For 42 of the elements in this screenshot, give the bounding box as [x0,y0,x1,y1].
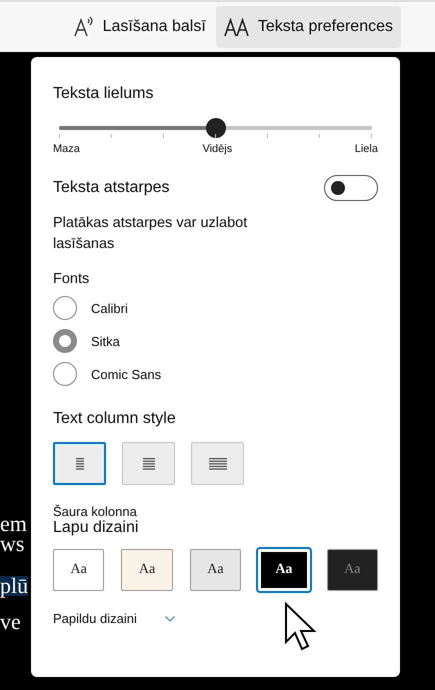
read-aloud-button[interactable]: Lasīšana balsī [64,6,214,48]
theme-swatch[interactable]: Aa [190,549,242,591]
section-title: Teksta atstarpes [53,179,170,197]
font-label: Comic Sans [91,366,162,382]
column-style-button[interactable] [122,442,175,485]
column-lines-icon [76,458,84,470]
theme-swatch[interactable]: Aa [121,549,173,591]
page-text: plū [0,576,28,596]
text-size-icon [224,17,250,37]
font-label: Calibri [91,300,128,316]
section-title: Text column style [53,410,177,428]
font-option[interactable]: Calibri [53,296,378,320]
pointer-cursor-icon [284,602,318,652]
chevron-down-icon[interactable] [164,616,175,622]
read-aloud-icon [72,16,95,38]
section-title: Lapu dizaini [53,519,140,537]
slider-label: Maza [53,143,80,155]
slider-label: Vidējs [202,143,232,155]
column-style-caption: Šaura kolonna [53,504,138,519]
page-text: ve [0,612,21,632]
column-style-button[interactable] [191,442,244,485]
font-label: Sitka [91,334,120,348]
radio-button[interactable] [53,362,77,386]
spacing-description: Platākas atstarpes var uzlabot lasīšanas [53,214,248,254]
more-themes-link[interactable]: Papildu dizaini [53,611,137,626]
radio-button[interactable] [53,329,77,353]
theme-swatch[interactable]: Aa [258,549,310,591]
theme-swatch[interactable]: Aa [53,549,104,591]
column-lines-icon [142,458,154,470]
font-option[interactable]: Comic Sans [53,362,378,386]
page-text: em [0,514,27,534]
slider-label: Liela [354,143,378,155]
section-title: Teksta lielums [53,85,154,103]
column-style-button[interactable] [53,442,106,485]
text-preferences-button[interactable]: Teksta preferences [216,6,401,48]
section-title: Fonts [53,271,90,287]
column-lines-icon [208,458,226,470]
theme-swatch[interactable]: Aa [326,549,378,591]
page-text: ws [0,534,24,554]
font-option[interactable]: Sitka [53,329,378,353]
radio-button[interactable] [53,296,77,320]
spacing-toggle[interactable] [324,175,378,201]
